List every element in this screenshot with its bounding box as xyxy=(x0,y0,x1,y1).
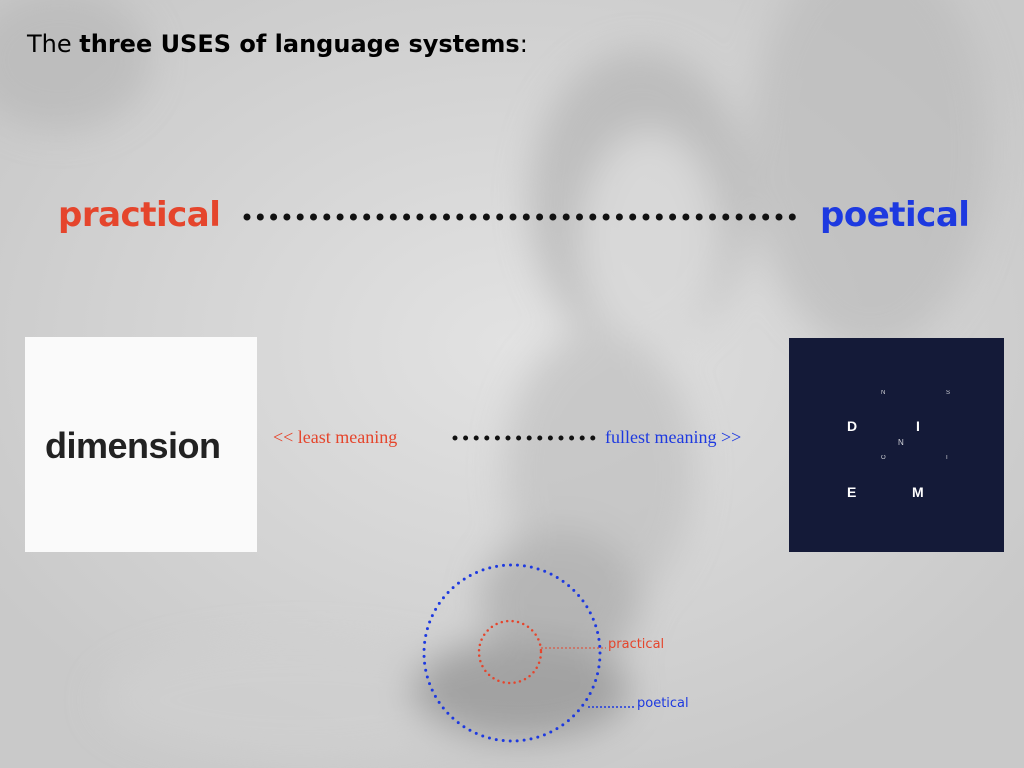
card-small-letter: O xyxy=(881,455,886,461)
practical-example-card: dimension xyxy=(25,337,257,552)
practical-heading: practical xyxy=(58,195,221,235)
card-small-letter: I xyxy=(946,455,948,461)
meaning-dotted-line xyxy=(452,435,597,441)
concentric-circles-diagram xyxy=(422,563,636,743)
scale-dotted-line xyxy=(243,213,798,221)
poetical-heading: poetical xyxy=(820,195,970,235)
card-small-letter: N xyxy=(898,438,904,447)
practical-ring-label: practical xyxy=(608,637,665,652)
card-letter: D xyxy=(847,418,858,434)
least-meaning-label: << least meaning xyxy=(273,427,398,447)
title-suffix: : xyxy=(519,30,528,58)
card-small-letter: N xyxy=(881,390,886,396)
title-bold: three USES of language systems xyxy=(79,30,520,58)
practical-example-word: dimension xyxy=(45,425,221,466)
card-letter: I xyxy=(916,418,920,434)
title-prefix: The xyxy=(27,30,80,58)
poetical-ring-label: poetical xyxy=(637,696,689,711)
card-letter: M xyxy=(912,484,924,500)
slide-title: The three USES of language systems: xyxy=(27,30,528,58)
card-letter: E xyxy=(847,484,857,500)
poetical-example-card: N S D I N O I E M xyxy=(789,338,1004,552)
inner-practical-circle xyxy=(477,619,543,685)
card-small-letter: S xyxy=(946,390,951,396)
fullest-meaning-label: fullest meaning >> xyxy=(605,427,742,447)
outer-poetical-circle xyxy=(422,563,602,743)
